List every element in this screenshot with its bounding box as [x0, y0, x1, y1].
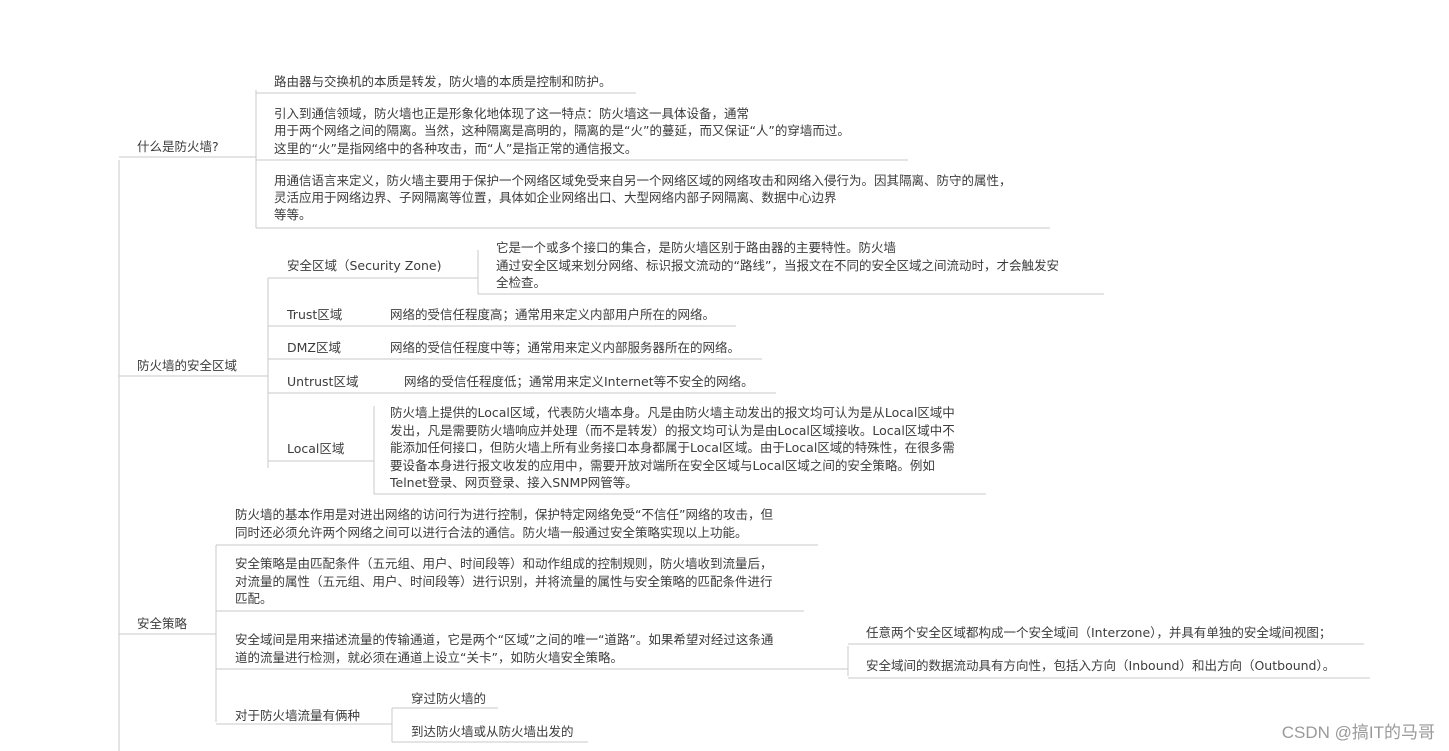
node-text-line[interactable]: 网络的受信任程度高；通常用来定义内部用户所在的网络。: [390, 306, 715, 324]
node-security-zone[interactable]: 安全区域（Security Zone): [287, 257, 442, 275]
watermark: CSDN @搞IT的马哥: [1281, 723, 1435, 742]
node-text-line[interactable]: 能添加任何接口，但防火墙上所有业务接口本身都属于Local区域。由于Local区…: [390, 439, 955, 457]
node-untrust-zone[interactable]: Untrust区域: [287, 373, 358, 391]
node-text-line[interactable]: 防火墙的基本作用是对进出网络的访问行为进行控制，保护特定网络免受“不信任”网络的…: [235, 506, 773, 524]
node-text-line[interactable]: 匹配。: [235, 590, 273, 608]
node-through-firewall[interactable]: 穿过防火墙的: [411, 690, 486, 708]
node-text-line[interactable]: 用于两个网络之间的隔离。当然，这种隔离是高明的，隔离的是“火”的蔓延，而又保证“…: [274, 122, 850, 140]
node-text-line[interactable]: 发出，凡是需要防火墙响应并处理（而不是转发）的报文均可认为是由Local区域接收…: [390, 422, 955, 440]
node-text-line[interactable]: 网络的受信任程度低；通常用来定义Internet等不安全的网络。: [404, 373, 754, 391]
node-dmz-zone[interactable]: DMZ区域: [287, 339, 341, 357]
node-to-from-firewall[interactable]: 到达防火墙或从防火墙出发的: [411, 723, 574, 741]
node-text-line[interactable]: 安全域间是用来描述流量的传输通道，它是两个“区域”之间的唯一“道路”。如果希望对…: [235, 631, 773, 649]
node-text-line[interactable]: Telnet登录、网页登录、接入SNMP网管等。: [390, 474, 638, 492]
node-text-line[interactable]: 安全策略是由匹配条件（五元组、用户、时间段等）和动作组成的控制规则，防火墙收到流…: [235, 555, 773, 573]
topic-security-zones[interactable]: 防火墙的安全区域: [137, 357, 237, 375]
node-text-line[interactable]: 灵活应用于网络边界、子网隔离等位置，具体如企业网络出口、大型网络内部子网隔离、数…: [274, 189, 837, 207]
node-trust-zone[interactable]: Trust区域: [287, 306, 342, 324]
node-text-line[interactable]: 等等。: [274, 206, 312, 224]
node-text-line[interactable]: 全检查。: [496, 274, 546, 292]
node-text-line[interactable]: 通过安全区域来划分网络、标识报文流动的“路线”，当报文在不同的安全区域之间流动时…: [496, 257, 1059, 275]
node-text-line[interactable]: 用通信语言来定义，防火墙主要用于保护一个网络区域免受来自另一个网络区域的网络攻击…: [274, 172, 1012, 190]
node-traffic-types[interactable]: 对于防火墙流量有俩种: [235, 707, 360, 725]
topic-what-is-firewall[interactable]: 什么是防火墙?: [137, 138, 219, 156]
node-text-line[interactable]: 这里的“火”是指网络中的各种攻击，而“人”是指正常的通信报文。: [274, 140, 637, 158]
node-text-line[interactable]: 同时还必须允许两个网络之间可以进行合法的通信。防火墙一般通过安全策略实现以上功能…: [235, 524, 748, 542]
node-text-line[interactable]: 要设备本身进行报文收发的应用中，需要开放对端所在安全区域与Local区域之间的安…: [390, 457, 935, 475]
node-text-line[interactable]: 道的流量进行检测，就必须在通道上设立“关卡”，如防火墙安全策略。: [235, 649, 623, 667]
node-text-line[interactable]: 引入到通信领域，防火墙也正是形象化地体现了这一特点：防火墙这一具体设备，通常: [274, 105, 749, 123]
node-text-line[interactable]: 网络的受信任程度中等；通常用来定义内部服务器所在的网络。: [390, 339, 740, 357]
node-text-line[interactable]: 路由器与交换机的本质是转发，防火墙的本质是控制和防护。: [274, 73, 612, 91]
node-interzone-view[interactable]: 任意两个安全区域都构成一个安全域间（Interzone），并具有单独的安全域间视…: [866, 624, 1331, 642]
node-local-zone[interactable]: Local区域: [287, 440, 344, 458]
node-interzone-direction[interactable]: 安全域间的数据流动具有方向性，包括入方向（Inbound）和出方向（Outbou…: [866, 657, 1335, 675]
node-text-line[interactable]: 防火墙上提供的Local区域，代表防火墙本身。凡是由防火墙主动发出的报文均可认为…: [390, 404, 955, 422]
node-text-line[interactable]: 它是一个或多个接口的集合，是防火墙区别于路由器的主要特性。防火墙: [496, 239, 896, 257]
topic-security-policy[interactable]: 安全策略: [137, 615, 187, 633]
node-text-line[interactable]: 对流量的属性（五元组、用户、时间段等）进行识别，并将流量的属性与安全策略的匹配条…: [235, 573, 773, 591]
